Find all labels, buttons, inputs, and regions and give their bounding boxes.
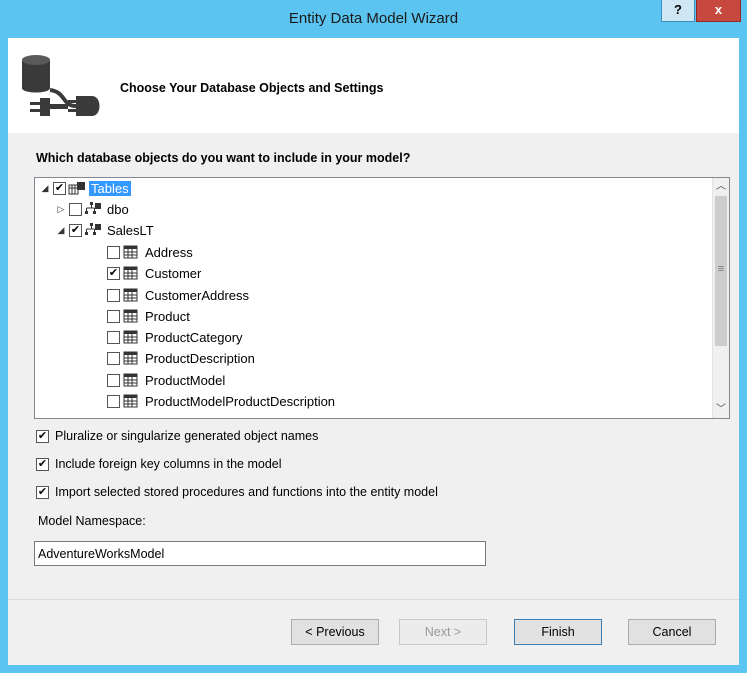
wizard-window: Entity Data Model Wizard ? x Choose Your…: [0, 0, 747, 673]
title-bar[interactable]: Entity Data Model Wizard ? x: [0, 0, 747, 38]
tree-node-table[interactable]: ProductModelProductDescription: [105, 391, 337, 411]
cancel-button[interactable]: Cancel: [628, 619, 716, 645]
tree-node-label: ProductDescription: [145, 350, 255, 366]
foreign-keys-option[interactable]: ✔ Include foreign key columns in the mod…: [36, 457, 282, 471]
tree-node-saleslt[interactable]: ◢ ✔ SalesLT: [55, 220, 156, 240]
table-checkbox[interactable]: [107, 330, 120, 344]
table-icon: [123, 373, 138, 387]
tree-node-label: Product: [145, 308, 190, 324]
tree-node-label: Address: [145, 244, 193, 260]
pluralize-option[interactable]: ✔ Pluralize or singularize generated obj…: [36, 429, 318, 443]
table-icon: [123, 266, 138, 280]
schema-icon: [85, 202, 101, 214]
table-checkbox[interactable]: [107, 373, 120, 387]
database-objects-tree[interactable]: ◢ ✔ Tables ▷ dbo ◢ ✔ SalesLT Address ✔ C…: [34, 177, 730, 419]
schema-icon: [85, 223, 101, 235]
window-title: Entity Data Model Wizard: [288, 10, 459, 27]
tree-node-tables[interactable]: ◢ ✔ Tables: [39, 178, 131, 198]
tree-node-table[interactable]: CustomerAddress: [105, 285, 251, 305]
table-checkbox[interactable]: [107, 245, 120, 259]
table-icon: [123, 288, 138, 302]
footer-divider: [8, 599, 739, 600]
tree-scrollbar[interactable]: ︿ ≡ ﹀: [712, 178, 729, 418]
tree-node-table[interactable]: Address: [105, 242, 195, 262]
close-button[interactable]: x: [696, 0, 741, 22]
help-button[interactable]: ?: [661, 0, 695, 22]
import-procs-label[interactable]: Import selected stored procedures and fu…: [55, 485, 438, 499]
tree-node-label: ProductModelProductDescription: [145, 393, 336, 409]
expanded-arrow-icon[interactable]: ◢: [39, 183, 51, 194]
table-icon: [123, 330, 138, 344]
pluralize-checkbox[interactable]: ✔: [36, 429, 49, 443]
import-procs-checkbox[interactable]: ✔: [36, 485, 49, 499]
expanded-arrow-icon[interactable]: ◢: [55, 225, 67, 236]
scrollbar-thumb[interactable]: ≡: [715, 196, 727, 346]
scroll-down-icon[interactable]: ﹀: [713, 401, 729, 418]
tables-folder-icon: [68, 182, 85, 195]
import-procs-option[interactable]: ✔ Import selected stored procedures and …: [36, 485, 438, 499]
page-title: Choose Your Database Objects and Setting…: [120, 81, 384, 95]
table-checkbox[interactable]: [107, 309, 120, 323]
tree-node-table[interactable]: ProductDescription: [105, 348, 257, 368]
dbo-checkbox[interactable]: [69, 202, 82, 216]
tree-node-label: CustomerAddress: [145, 287, 250, 303]
tree-node-table[interactable]: Product: [105, 306, 192, 326]
model-namespace-label: Model Namespace:: [38, 514, 146, 528]
table-checkbox[interactable]: ✔: [107, 266, 120, 280]
tree-node-table[interactable]: ✔ Customer: [105, 263, 203, 283]
pluralize-label[interactable]: Pluralize or singularize generated objec…: [55, 429, 318, 443]
tree-node-label: SalesLT: [107, 222, 154, 238]
tree-node-label: Tables: [89, 180, 131, 196]
tree-node-dbo[interactable]: ▷ dbo: [55, 199, 131, 219]
tree-node-table[interactable]: ProductCategory: [105, 327, 245, 347]
header-band: Choose Your Database Objects and Setting…: [8, 38, 739, 133]
table-icon: [123, 394, 138, 408]
tree-node-label: ProductCategory: [145, 329, 243, 345]
tree-node-label: Customer: [145, 265, 202, 281]
scroll-up-icon[interactable]: ︿: [713, 178, 729, 195]
objects-question-label: Which database objects do you want to in…: [36, 151, 411, 165]
wizard-body: Choose Your Database Objects and Setting…: [8, 38, 739, 665]
tables-checkbox[interactable]: ✔: [53, 181, 66, 195]
tree-node-label: dbo: [107, 201, 129, 217]
next-button[interactable]: Next >: [399, 619, 487, 645]
tree-node-label: ProductModel: [145, 372, 226, 388]
table-icon: [123, 309, 138, 323]
grip-icon: ≡: [717, 263, 725, 275]
table-checkbox[interactable]: [107, 351, 120, 365]
table-checkbox[interactable]: [107, 394, 120, 408]
previous-button[interactable]: < Previous: [291, 619, 379, 645]
foreign-keys-label[interactable]: Include foreign key columns in the model: [55, 457, 282, 471]
foreign-keys-checkbox[interactable]: ✔: [36, 457, 49, 471]
table-icon: [123, 351, 138, 365]
tree-node-table[interactable]: ProductModel: [105, 370, 227, 390]
table-checkbox[interactable]: [107, 288, 120, 302]
finish-button[interactable]: Finish: [514, 619, 602, 645]
collapsed-arrow-icon[interactable]: ▷: [55, 204, 67, 215]
saleslt-checkbox[interactable]: ✔: [69, 223, 82, 237]
database-plug-icon: [22, 55, 100, 116]
model-namespace-input[interactable]: [34, 541, 486, 566]
table-icon: [123, 245, 138, 259]
